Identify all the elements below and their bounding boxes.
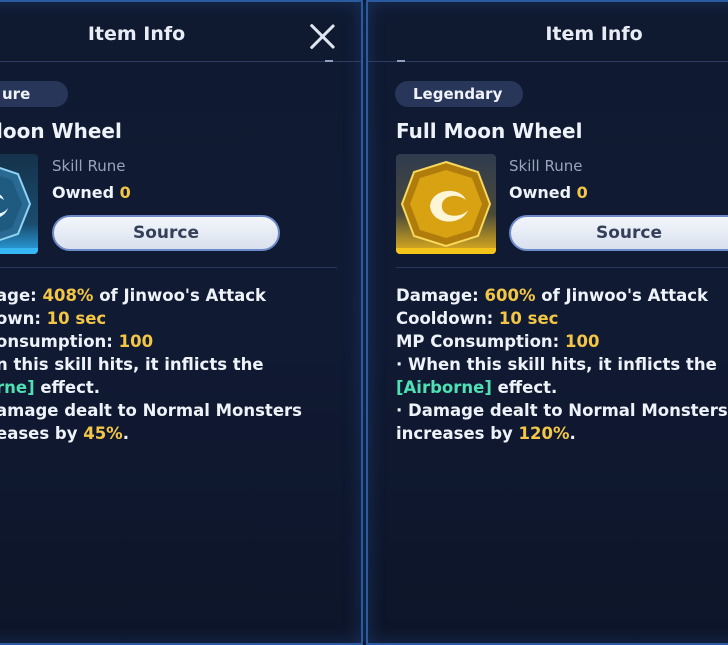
grade-label: Legendary [413,85,503,103]
section-divider [0,267,337,268]
skill-type: Skill Rune [509,157,583,175]
item-info-panel-left: Item Info ure loon Wheel Skill Rune Owne… [0,0,363,645]
close-icon[interactable] [309,22,337,50]
panel-title: Item Info [545,23,643,45]
title-divider-dash [325,60,333,62]
skill-description: age: 408% of Jinwoo's Attack own: 10 sec… [0,286,302,443]
item-info-comparison: Item Info ure loon Wheel Skill Rune Owne… [0,0,728,645]
title-divider [0,61,361,62]
source-button[interactable]: Source [52,215,280,251]
grade-label: ure [2,85,31,103]
source-button[interactable]: Source [509,215,728,251]
rune-icon [396,154,496,254]
skill-type: Skill Rune [52,157,126,175]
title-divider [368,61,728,62]
panel-content: Item Info ure loon Wheel Skill Rune Owne… [0,2,361,643]
grade-badge: ure [0,81,68,107]
grade-badge: Legendary [395,81,523,107]
item-info-panel-right: Item Info Legendary Full Moon Wheel Skil… [366,0,728,645]
rune-icon [0,154,38,254]
skill-description: Damage: 600% of Jinwoo's Attack Cooldown… [396,286,728,443]
section-divider [396,267,728,268]
panel-content: Item Info Legendary Full Moon Wheel Skil… [368,2,728,643]
item-name: Full Moon Wheel [396,119,583,143]
item-name: loon Wheel [0,119,122,143]
owned-count: Owned 0 [509,183,588,202]
title-divider-dash [397,60,405,62]
owned-count: Owned 0 [52,183,131,202]
